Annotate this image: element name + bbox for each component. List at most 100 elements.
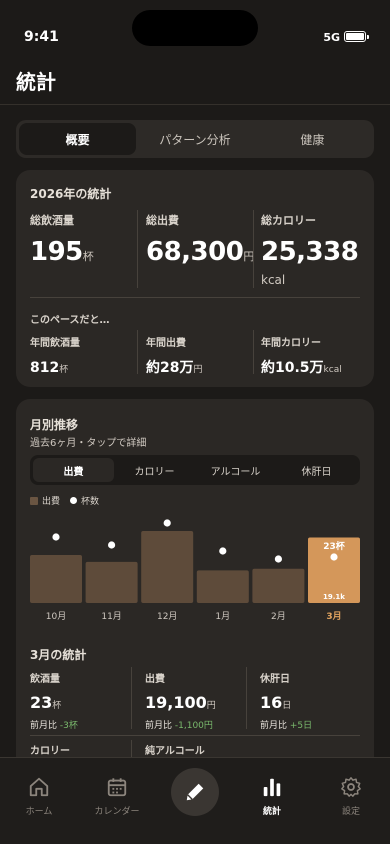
bottom-tab-bar: ホーム カレンダー 統計 設定 [0, 757, 390, 844]
status-bar: 9:41 5G [0, 0, 390, 60]
month-spend-value: 19,100 [145, 693, 207, 712]
total-drinks-label: 総飲酒量 [30, 214, 74, 227]
bar-chart-icon [263, 778, 281, 797]
calendar-icon [107, 778, 127, 797]
annual-spend-label: 年間出費 [146, 338, 186, 349]
annual-spend-stat: 年間出費 約28万円 [146, 334, 203, 377]
month-rest-delta-prefix: 前月比 [260, 721, 288, 731]
month-rest-unit: 日 [282, 701, 292, 711]
total-calories-stat: 総カロリー 25,338 kcal [261, 212, 359, 287]
spend-bar[interactable] [85, 561, 138, 603]
tab-overview[interactable]: 概要 [19, 123, 137, 155]
month-rest-delta: +5日 [289, 721, 313, 731]
annual-calories-value: 約10.5万 [261, 360, 324, 376]
nav-stats-label: 統計 [262, 807, 281, 817]
annual-spend-unit: 円 [193, 365, 203, 375]
month-drinks-delta: -3杯 [59, 721, 78, 731]
month-detail-title: 3月の統計 [30, 648, 87, 662]
month-rest-value: 16 [260, 693, 283, 712]
total-spend-value: 68,300 [146, 237, 244, 267]
cups-point [274, 555, 282, 563]
tab-health[interactable]: 健康 [254, 123, 371, 155]
spend-bar[interactable] [196, 570, 249, 603]
x-tick-label: 10月 [46, 611, 66, 622]
metric-tab-calories[interactable]: カロリー [114, 458, 195, 482]
month-spend-label: 出費 [145, 674, 165, 685]
month-drinks-unit: 杯 [52, 701, 62, 711]
pace-title: このペースだと… [30, 315, 110, 326]
x-tick-label: 3月 [326, 611, 341, 622]
divider [30, 735, 360, 736]
point-value-label: 23杯 [323, 540, 346, 552]
divider [246, 667, 247, 729]
year-card-title: 2026年の統計 [30, 187, 112, 201]
month-drinks-stat: 飲酒量 23杯 前月比 -3杯 [30, 670, 78, 731]
divider [253, 330, 254, 374]
dynamic-island [132, 10, 258, 46]
annual-drinks-value: 812 [30, 360, 60, 376]
cups-point [163, 519, 171, 527]
total-drinks-unit: 杯 [82, 250, 94, 263]
month-spend-stat: 出費 19,100円 前月比 -1,100円 [145, 670, 216, 731]
divider [131, 667, 132, 729]
month-drinks-value: 23 [30, 693, 53, 712]
legend-spend-swatch [30, 496, 38, 505]
stats-tabs: 概要 パターン分析 健康 [16, 120, 374, 158]
spend-bar[interactable] [141, 531, 194, 603]
gear-icon [341, 777, 361, 797]
month-spend-delta-prefix: 前月比 [145, 721, 173, 731]
metric-tab-spend[interactable]: 出費 [33, 458, 114, 482]
month-drinks-delta-prefix: 前月比 [30, 721, 58, 731]
home-icon [29, 777, 49, 797]
nav-calendar-label: カレンダー [94, 807, 140, 817]
spend-bar[interactable] [252, 568, 305, 603]
total-drinks-stat: 総飲酒量 195杯 [30, 212, 94, 267]
annual-spend-value: 約28万 [146, 360, 194, 376]
x-tick-label: 2月 [271, 611, 286, 622]
total-calories-label: 総カロリー [261, 214, 316, 227]
divider [137, 210, 138, 288]
nav-home-label: ホーム [25, 807, 53, 817]
nav-home[interactable]: ホーム [4, 776, 74, 817]
status-time: 9:41 [24, 29, 59, 45]
nav-settings[interactable]: 設定 [316, 776, 386, 817]
month-rest-stat: 休肝日 16日 前月比 +5日 [260, 670, 312, 731]
monthly-trend-card: 月別推移 過去6ヶ月・タップで詳細 出費 カロリー アルコール 休肝日 出費 杯… [16, 399, 374, 799]
legend-cups-label: 杯数 [81, 497, 100, 507]
monthly-chart[interactable]: 10月 11月 12月 1月 2月 3月 19.1k 23杯 [16, 509, 374, 629]
metric-tab-alcohol[interactable]: アルコール [195, 458, 276, 482]
annual-drinks-label: 年間飲酒量 [30, 338, 80, 349]
pen-icon [186, 783, 204, 801]
month-spend-unit: 円 [206, 701, 216, 711]
total-spend-label: 総出費 [146, 214, 179, 227]
metric-tab-rest-days[interactable]: 休肝日 [276, 458, 357, 482]
nav-stats[interactable]: 統計 [237, 776, 307, 817]
divider [30, 297, 360, 298]
add-record-button[interactable] [171, 768, 219, 816]
divider [253, 210, 254, 288]
cups-point [108, 541, 116, 549]
tab-pattern-analysis[interactable]: パターン分析 [136, 123, 253, 155]
metric-tabs: 出費 カロリー アルコール 休肝日 [30, 455, 360, 485]
cups-point [330, 553, 338, 561]
divider [137, 330, 138, 374]
total-calories-unit: kcal [261, 273, 286, 287]
annual-calories-stat: 年間カロリー 約10.5万kcal [261, 334, 342, 377]
total-drinks-value: 195 [30, 237, 83, 267]
legend-spend-label: 出費 [42, 497, 61, 507]
nav-calendar[interactable]: カレンダー [82, 776, 152, 817]
monthly-card-subtitle: 過去6ヶ月・タップで詳細 [30, 438, 147, 449]
month-alcohol-label: 純アルコール [145, 746, 205, 757]
header-divider [0, 104, 390, 105]
x-tick-label: 12月 [157, 611, 177, 622]
chart-legend: 出費 杯数 [30, 494, 99, 507]
bar-value-label: 19.1k [323, 593, 345, 601]
annual-drinks-stat: 年間飲酒量 812杯 [30, 334, 80, 376]
cups-point [219, 547, 227, 555]
network-indicator: 5G [323, 31, 340, 44]
spend-bar[interactable] [30, 555, 82, 603]
total-calories-value: 25,338 [261, 237, 359, 267]
year-stats-card: 2026年の統計 総飲酒量 195杯 総出費 68,300 円 総カロリー 25,… [16, 170, 374, 387]
x-tick-label: 11月 [101, 611, 121, 622]
x-tick-label: 1月 [215, 611, 230, 622]
